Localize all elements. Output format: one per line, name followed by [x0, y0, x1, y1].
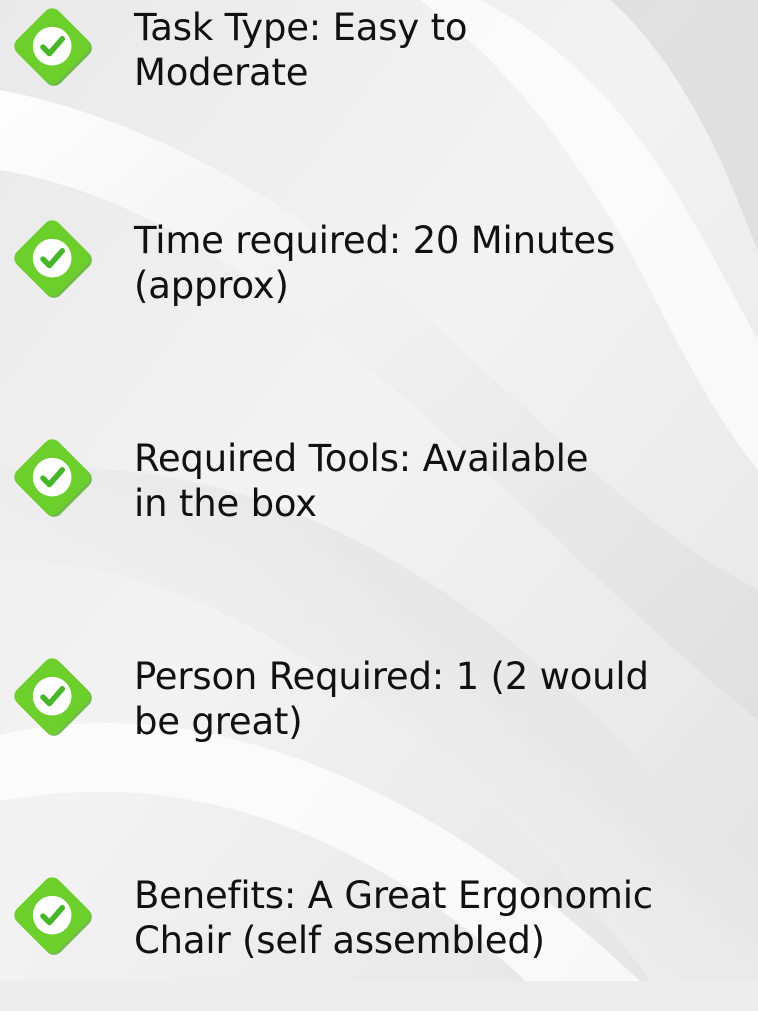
check-diamond-icon [14, 877, 92, 955]
check-circle-shape [32, 676, 72, 716]
check-diamond-icon [14, 8, 92, 86]
check-circle-shape [32, 238, 72, 278]
check-circle-shape [32, 895, 72, 935]
check-circle-shape [32, 457, 72, 497]
check-diamond-icon [14, 439, 92, 517]
benefit-list-item: Task Type: Easy to Moderate [0, 2, 758, 142]
benefit-item-label-line-2: Chair (self assembled) [134, 919, 545, 962]
benefit-item-label: Task Type: Easy to Moderate [134, 5, 758, 95]
benefit-item-label: Required Tools: Available in the box [134, 436, 758, 526]
benefit-item-label: Benefits: A Great Ergonomic Chair (self a… [134, 873, 758, 963]
benefit-list-item: Time required: 20 Minutes (approx) [0, 214, 758, 354]
benefit-item-label-line-2: be great) [134, 700, 303, 743]
benefit-item-label-line-1: Required Tools: Available [134, 437, 589, 480]
benefit-item-label-line-2: in the box [134, 482, 317, 525]
benefit-item-label-line-2: (approx) [134, 264, 289, 307]
benefit-item-label-line-1: Task Type: Easy to [134, 6, 468, 49]
benefit-item-label-line-1: Time required: 20 Minutes [134, 219, 616, 262]
check-diamond-icon [14, 658, 92, 736]
check-diamond-icon [14, 220, 92, 298]
benefit-item-label: Time required: 20 Minutes (approx) [134, 218, 758, 308]
benefit-list-item: Required Tools: Available in the box [0, 433, 758, 573]
benefit-item-label-line-2: Moderate [134, 51, 309, 94]
benefit-item-label: Person Required: 1 (2 would be great) [134, 654, 758, 744]
benefit-list-item: Benefits: A Great Ergonomic Chair (self a… [0, 871, 758, 1011]
benefit-item-label-line-1: Benefits: A Great Ergonomic [134, 874, 653, 917]
check-circle-shape [32, 26, 72, 66]
benefit-list-item: Person Required: 1 (2 would be great) [0, 652, 758, 792]
benefit-item-label-line-1: Person Required: 1 (2 would [134, 655, 649, 698]
